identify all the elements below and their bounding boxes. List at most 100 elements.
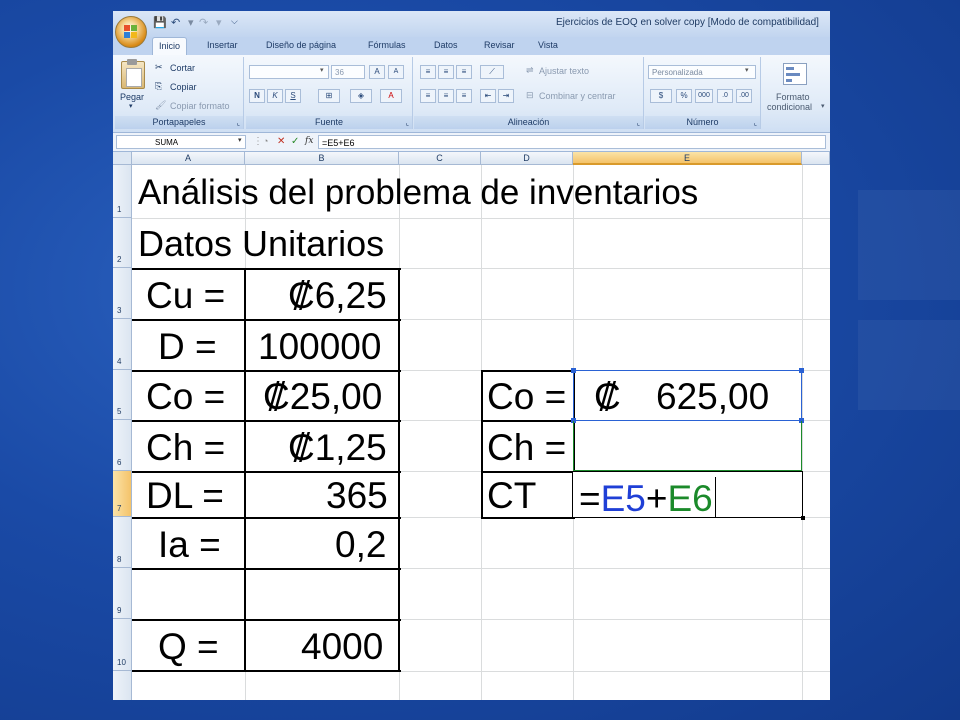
undo-icon[interactable]: ↶ bbox=[171, 16, 180, 29]
thousands-icon[interactable]: 000 bbox=[695, 89, 713, 103]
increase-decimal-icon[interactable]: .0 bbox=[717, 89, 733, 103]
save-icon[interactable]: 💾 bbox=[153, 16, 167, 29]
redo-icon[interactable]: ↷ bbox=[199, 16, 208, 29]
underline-icon[interactable]: S bbox=[285, 89, 301, 103]
clipboard-launcher-icon[interactable]: ⌞ bbox=[237, 119, 240, 127]
cell-a8[interactable]: Ia = bbox=[158, 526, 221, 563]
insert-function-icon[interactable]: fx bbox=[305, 136, 313, 146]
row-header-2[interactable]: 2 bbox=[113, 218, 132, 268]
cell-d5[interactable]: Co = bbox=[487, 378, 566, 415]
tab-inicio[interactable]: Inicio bbox=[152, 37, 188, 55]
cell-b5[interactable]: ₡25,00 bbox=[263, 378, 382, 415]
conditional-format-button[interactable]: Formato bbox=[776, 92, 810, 102]
column-header-d[interactable]: D bbox=[481, 152, 573, 165]
cell-a5[interactable]: Co = bbox=[146, 378, 225, 415]
number-format-combo[interactable]: Personalizada bbox=[648, 65, 756, 79]
copy-button[interactable]: Copiar bbox=[170, 82, 197, 92]
row-header-3[interactable]: 3 bbox=[113, 268, 132, 319]
column-header-c[interactable]: C bbox=[399, 152, 481, 165]
cell-a10[interactable]: Q = bbox=[158, 628, 219, 665]
cell-d7[interactable]: CT bbox=[487, 477, 536, 514]
cell-a2-subtitle[interactable]: Datos Unitarios bbox=[138, 226, 384, 262]
grow-font-icon[interactable]: A bbox=[369, 65, 385, 79]
shrink-font-icon[interactable]: A bbox=[388, 65, 404, 79]
align-center-icon[interactable]: ≡ bbox=[438, 89, 454, 103]
paste-button[interactable]: Pegar bbox=[120, 92, 144, 102]
align-left-icon[interactable]: ≡ bbox=[420, 89, 436, 103]
decrease-decimal-icon[interactable]: .00 bbox=[736, 89, 752, 103]
fill-handle[interactable] bbox=[801, 516, 805, 520]
cell-a3[interactable]: Cu = bbox=[146, 277, 225, 314]
cell-e6-reference-highlight[interactable] bbox=[573, 421, 802, 471]
formula-input[interactable]: =E5+E6 bbox=[318, 135, 826, 149]
align-middle-icon[interactable]: ≡ bbox=[438, 65, 454, 79]
paste-icon[interactable] bbox=[121, 59, 145, 89]
row-header-10[interactable]: 10 bbox=[113, 619, 132, 671]
column-header-f[interactable] bbox=[802, 152, 830, 165]
bold-icon[interactable]: N bbox=[249, 89, 265, 103]
undo-dropdown-icon[interactable]: ▾ bbox=[188, 16, 194, 29]
tab-datos[interactable]: Datos bbox=[434, 40, 458, 50]
cell-a4[interactable]: D = bbox=[158, 328, 217, 365]
borders-icon[interactable]: ⊞ bbox=[318, 89, 340, 103]
alignment-launcher-icon[interactable]: ⌞ bbox=[637, 119, 640, 127]
cell-b6[interactable]: ₡1,25 bbox=[288, 429, 387, 466]
tab-diseno-pagina[interactable]: Diseño de página bbox=[266, 40, 336, 50]
merge-center-icon[interactable]: ⊟ bbox=[526, 90, 534, 101]
align-right-icon[interactable]: ≡ bbox=[456, 89, 472, 103]
increase-indent-icon[interactable]: ⇥ bbox=[498, 89, 514, 103]
enter-formula-icon[interactable]: ✓ bbox=[291, 136, 299, 147]
row-header-1[interactable]: 1 bbox=[113, 165, 132, 218]
orientation-icon[interactable]: ⟋ bbox=[480, 65, 504, 79]
name-box[interactable]: SUMA bbox=[116, 135, 246, 149]
percent-icon[interactable]: % bbox=[676, 89, 692, 103]
column-header-b[interactable]: B bbox=[245, 152, 399, 165]
align-bottom-icon[interactable]: ≡ bbox=[456, 65, 472, 79]
fill-color-icon[interactable]: ◈ bbox=[350, 89, 372, 103]
cut-button[interactable]: Cortar bbox=[170, 63, 195, 73]
cell-b4[interactable]: 100000 bbox=[258, 328, 381, 365]
cancel-formula-icon[interactable]: ✕ bbox=[277, 136, 285, 147]
cell-a6[interactable]: Ch = bbox=[146, 429, 225, 466]
copy-icon[interactable]: ⎘ bbox=[155, 81, 162, 92]
cell-b3[interactable]: ₡6,25 bbox=[288, 277, 387, 314]
redo-dropdown-icon[interactable]: ▾ bbox=[216, 16, 222, 29]
function-options-icon[interactable]: ◔ bbox=[263, 136, 268, 146]
column-header-e[interactable]: E bbox=[573, 152, 802, 165]
font-name-combo[interactable] bbox=[249, 65, 329, 79]
font-size-combo[interactable]: 36 bbox=[331, 65, 365, 79]
cell-a1-title[interactable]: Análisis del problema de inventarios bbox=[138, 175, 698, 210]
row-header-9[interactable]: 9 bbox=[113, 568, 132, 619]
cell-b7[interactable]: 365 bbox=[326, 477, 388, 514]
conditional-format-button-line2[interactable]: condicional bbox=[767, 102, 812, 112]
row-header-7[interactable]: 7 bbox=[113, 471, 132, 517]
format-painter-button[interactable]: Copiar formato bbox=[170, 101, 230, 111]
conditional-format-icon[interactable] bbox=[783, 63, 807, 85]
row-header-6[interactable]: 6 bbox=[113, 420, 132, 471]
wrap-text-icon[interactable]: ⇌ bbox=[526, 65, 534, 76]
italic-icon[interactable]: K bbox=[267, 89, 283, 103]
tab-insertar[interactable]: Insertar bbox=[207, 40, 238, 50]
wrap-text-button[interactable]: Ajustar texto bbox=[539, 66, 589, 76]
tab-vista[interactable]: Vista bbox=[538, 40, 558, 50]
cell-a7[interactable]: DL = bbox=[146, 477, 224, 514]
customize-toolbar-icon[interactable]: ⌵ bbox=[231, 16, 238, 27]
row-header-11[interactable] bbox=[113, 671, 132, 700]
format-painter-icon[interactable]: 🖌 bbox=[155, 100, 166, 111]
row-header-8[interactable]: 8 bbox=[113, 517, 132, 568]
merge-center-button[interactable]: Combinar y centrar bbox=[539, 91, 616, 101]
office-button[interactable] bbox=[115, 16, 147, 48]
cell-e7-edit-text[interactable]: =E5+E6 bbox=[579, 477, 716, 517]
decrease-indent-icon[interactable]: ⇤ bbox=[480, 89, 496, 103]
font-launcher-icon[interactable]: ⌞ bbox=[406, 119, 409, 127]
currency-icon[interactable]: $ bbox=[650, 89, 672, 103]
select-all-corner[interactable] bbox=[113, 152, 132, 165]
row-header-5[interactable]: 5 bbox=[113, 370, 132, 420]
font-color-icon[interactable]: A bbox=[380, 89, 402, 103]
name-box-dropdown-icon[interactable]: ▾ bbox=[238, 136, 242, 144]
cell-b10[interactable]: 4000 bbox=[301, 628, 383, 665]
cell-b8[interactable]: 0,2 bbox=[335, 526, 386, 563]
paste-dropdown-icon[interactable]: ▾ bbox=[129, 102, 133, 110]
number-format-dropdown-icon[interactable]: ▾ bbox=[745, 66, 749, 74]
font-name-dropdown-icon[interactable]: ▾ bbox=[320, 66, 324, 74]
